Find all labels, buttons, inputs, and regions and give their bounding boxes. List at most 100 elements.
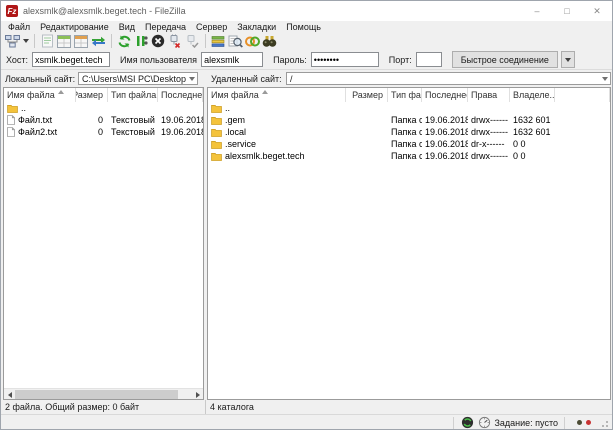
remote-row-folder[interactable]: alexsmlk.beget.tech Папка с ... 19.06.20…: [208, 150, 610, 162]
statusbar-separator: [564, 417, 565, 429]
site-manager-icon[interactable]: [4, 33, 20, 49]
queue-status-text: Задание: пусто: [494, 418, 558, 428]
local-col-name[interactable]: Имя файла: [4, 88, 76, 102]
chevron-down-icon[interactable]: [599, 77, 610, 81]
activity-led-icon: [577, 420, 582, 425]
sort-ascending-icon: [262, 90, 268, 94]
remote-col-filler: [555, 88, 610, 102]
folder-icon: [211, 104, 222, 113]
synchronized-browsing-icon[interactable]: [244, 33, 260, 49]
toolbar-separator: [34, 34, 35, 48]
local-row-parent[interactable]: ..: [4, 102, 203, 114]
activity-leds: [571, 420, 597, 425]
remote-site-label: Удаленный сайт:: [211, 74, 282, 84]
local-row-file[interactable]: Файл2.txt 0 Текстовый ... 19.06.2018 16: [4, 126, 203, 138]
quickconnect-dropdown-icon[interactable]: [561, 51, 575, 68]
password-input[interactable]: [311, 52, 379, 67]
reconnect-icon[interactable]: [184, 33, 200, 49]
menu-server[interactable]: Сервер: [191, 22, 232, 32]
file-icon: [7, 127, 15, 137]
refresh-icon[interactable]: [116, 33, 132, 49]
window-title: alexsmlk@alexsmlk.beget.tech - FileZilla: [23, 6, 186, 16]
menu-bar: Файл Редактирование Вид Передача Сервер …: [1, 21, 612, 32]
username-label: Имя пользователя: [120, 55, 197, 65]
filezilla-window: Fz alexsmlk@alexsmlk.beget.tech - FileZi…: [0, 0, 613, 430]
close-button[interactable]: ✕: [582, 1, 612, 21]
remote-site-combo[interactable]: /: [286, 72, 611, 85]
local-col-modified[interactable]: Последнее и: [158, 88, 203, 102]
port-input[interactable]: [416, 52, 442, 67]
statusbar-separator: [453, 417, 454, 429]
folder-icon: [211, 128, 222, 137]
remote-row-folder[interactable]: .local Папка с ... 19.06.2018 ... drwx--…: [208, 126, 610, 138]
local-row-file[interactable]: Файл.txt 0 Текстовый ... 19.06.2018 16: [4, 114, 203, 126]
remote-col-type[interactable]: Тип фай: [388, 88, 422, 102]
menu-transfer[interactable]: Передача: [140, 22, 191, 32]
scroll-left-icon[interactable]: [4, 389, 15, 400]
folder-icon: [7, 104, 18, 113]
path-row: Локальный сайт: C:\Users\MSI PC\Desktop\…: [1, 71, 612, 86]
remote-col-size[interactable]: Размер: [346, 88, 388, 102]
menu-view[interactable]: Вид: [114, 22, 140, 32]
remote-row-folder[interactable]: .gem Папка с ... 19.06.2018 ... drwx----…: [208, 114, 610, 126]
remote-col-modified[interactable]: Последнее...: [422, 88, 468, 102]
quickconnect-button[interactable]: Быстрое соединение: [452, 51, 558, 68]
password-label: Пароль:: [273, 55, 307, 65]
remote-tree-toggle-icon[interactable]: [73, 33, 89, 49]
sort-ascending-icon: [58, 90, 64, 94]
folder-icon: [211, 140, 222, 149]
speed-limit-gauge-icon[interactable]: [477, 416, 491, 430]
local-site-combo[interactable]: C:\Users\MSI PC\Desktop\статья\: [78, 72, 198, 85]
message-log-icon[interactable]: [39, 33, 55, 49]
chevron-down-icon[interactable]: [186, 77, 197, 81]
menu-edit[interactable]: Редактирование: [35, 22, 114, 32]
activity-led-icon: [586, 420, 591, 425]
scrollbar-thumb[interactable]: [15, 390, 178, 399]
local-site-label: Локальный сайт:: [5, 74, 75, 84]
remote-col-perms[interactable]: Права: [468, 88, 510, 102]
transfer-queue-toggle-icon[interactable]: [90, 33, 106, 49]
site-manager-dropdown-icon[interactable]: [21, 33, 30, 49]
menu-help[interactable]: Помощь: [281, 22, 326, 32]
minimize-button[interactable]: –: [522, 1, 552, 21]
remote-col-name[interactable]: Имя файла: [208, 88, 346, 102]
remote-col-owner[interactable]: Владеле...: [510, 88, 555, 102]
status-bar: Задание: пусто: [1, 414, 612, 430]
remote-pane-status: 4 каталога: [210, 402, 254, 412]
folder-icon: [211, 152, 222, 161]
sync-arrows-icon[interactable]: [460, 416, 474, 430]
resize-grip[interactable]: [599, 418, 608, 427]
maximize-button[interactable]: □: [552, 1, 582, 21]
folder-icon: [211, 116, 222, 125]
filter-icon[interactable]: [210, 33, 226, 49]
directory-comparison-icon[interactable]: [227, 33, 243, 49]
host-input[interactable]: [32, 52, 110, 67]
menu-file[interactable]: Файл: [3, 22, 35, 32]
cancel-icon[interactable]: [150, 33, 166, 49]
local-pane-status: 2 файла. Общий размер: 0 байт: [5, 402, 139, 412]
local-horizontal-scrollbar[interactable]: [4, 388, 203, 399]
disconnect-icon[interactable]: [167, 33, 183, 49]
local-col-size[interactable]: Размер: [76, 88, 108, 102]
scroll-right-icon[interactable]: [192, 389, 203, 400]
username-input[interactable]: [201, 52, 263, 67]
remote-file-list: Имя файла Размер Тип фай Последнее... Пр…: [207, 87, 611, 400]
local-tree-toggle-icon[interactable]: [56, 33, 72, 49]
local-file-list: Имя файла Размер Тип файла Последнее и .…: [3, 87, 204, 400]
port-label: Порт:: [389, 55, 412, 65]
remote-row-parent[interactable]: ..: [208, 102, 610, 114]
process-queue-icon[interactable]: [133, 33, 149, 49]
pane-status-divider: [205, 400, 206, 414]
local-col-type[interactable]: Тип файла: [108, 88, 158, 102]
find-files-icon[interactable]: [261, 33, 277, 49]
app-icon: Fz: [6, 5, 18, 17]
local-site-path: C:\Users\MSI PC\Desktop\статья\: [79, 74, 186, 84]
menu-bookmarks[interactable]: Закладки: [232, 22, 281, 32]
remote-row-folder[interactable]: .service Папка с ... 19.06.2018 ... dr-x…: [208, 138, 610, 150]
host-label: Хост:: [6, 55, 28, 65]
remote-site-path: /: [287, 74, 599, 84]
toolbar-separator: [205, 34, 206, 48]
local-list-header: Имя файла Размер Тип файла Последнее и: [4, 88, 203, 102]
title-bar: Fz alexsmlk@alexsmlk.beget.tech - FileZi…: [1, 1, 612, 21]
file-icon: [7, 115, 15, 125]
